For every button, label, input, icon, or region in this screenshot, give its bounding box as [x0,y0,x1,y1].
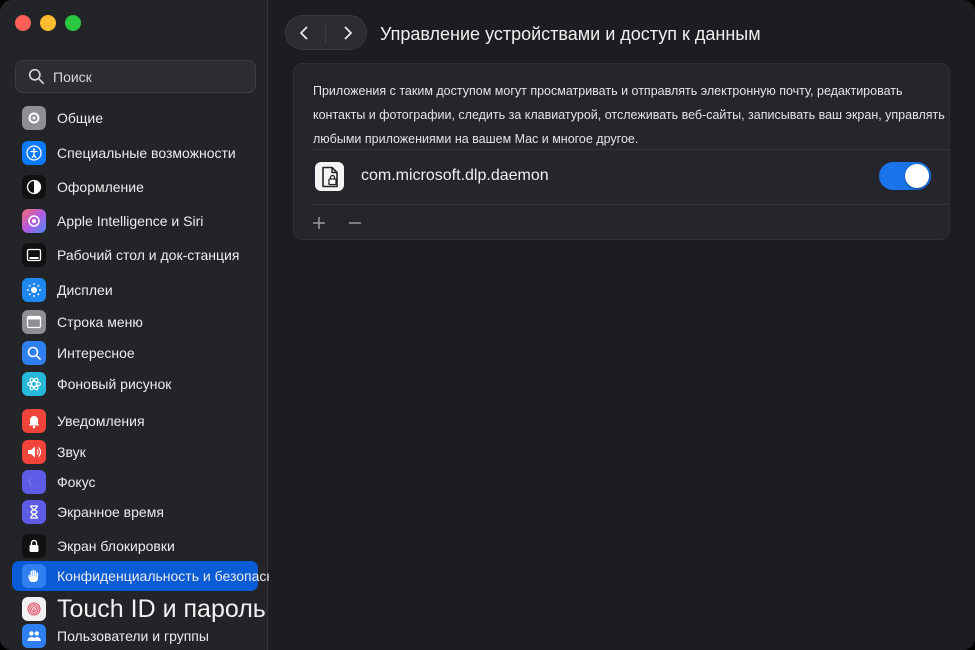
sidebar-item-label: Конфиденциальность и безопасность [57,568,303,584]
wallpaper-icon [22,372,46,396]
divider [312,204,949,205]
sidebar-item-users-groups[interactable]: Пользователи и группы [12,621,258,650]
history-nav [285,15,367,50]
forward-button[interactable] [333,18,363,48]
sidebar-item-label: Экран блокировки [57,538,175,554]
sidebar-item-accessibility[interactable]: Специальные возможности [12,138,258,168]
sidebar-item-siri[interactable]: Apple Intelligence и Siri [12,206,258,236]
gear-icon [22,106,46,130]
sidebar-item-label: Фокус [57,474,96,490]
add-app-button[interactable] [308,212,330,234]
sidebar-item-label: Интересное [57,345,135,361]
moon-icon [22,470,46,494]
app-name: com.microsoft.dlp.daemon [361,167,549,184]
sidebar-item-label: Уведомления [57,413,145,429]
minus-icon [349,222,361,224]
sidebar-item-label: Пользователи и группы [57,628,209,644]
dock-icon [22,243,46,267]
sidebar-item-menubar[interactable]: Строка меню [12,307,258,337]
app-row: com.microsoft.dlp.daemon [294,150,949,204]
toggle-knob [905,164,929,188]
add-remove-controls [308,212,366,234]
lock-icon [22,534,46,558]
content-pane: Управление устройствами и доступ к данны… [269,0,975,650]
nav-separator [325,22,327,43]
siri-icon [22,209,46,233]
fingerprint-icon [22,597,46,621]
sidebar: Общие Специальные возможности Оформление… [0,0,303,650]
sidebar-item-label: Специальные возможности [57,145,236,161]
bell-icon [22,409,46,433]
sidebar-item-appearance[interactable]: Оформление [12,172,258,202]
document-lock-icon [315,162,344,191]
remove-app-button[interactable] [344,212,366,234]
sidebar-item-screen-time[interactable]: Экранное время [12,497,258,527]
sidebar-item-label: Общие [57,110,104,126]
hand-icon [22,564,46,588]
app-access-toggle[interactable] [879,162,931,190]
sidebar-item-label: Экранное время [57,504,164,520]
sidebar-item-privacy-security[interactable]: Конфиденциальность и безопасность [12,561,303,591]
sidebar-nav: Общие Специальные возможности Оформление… [0,0,303,650]
sidebar-item-notifications[interactable]: Уведомления [12,406,258,436]
chevron-right-icon [344,26,352,39]
plus-icon [313,217,325,229]
settings-window: Общие Специальные возможности Оформление… [0,0,975,650]
sidebar-item-sound[interactable]: Звук [12,437,258,467]
sidebar-item-label: Фоновый рисунок [57,376,172,392]
sidebar-item-label: Звук [57,444,86,460]
sidebar-item-label: Рабочий стол и док-станция [57,247,240,263]
back-button[interactable] [289,18,319,48]
sidebar-item-wallpaper[interactable]: Фоновый рисунок [12,369,258,399]
menubar-icon [22,310,46,334]
hourglass-icon [22,500,46,524]
chevron-left-icon [300,26,308,39]
users-icon [22,624,46,648]
accessibility-icon [22,141,46,165]
sidebar-item-label: Дисплеи [57,282,113,298]
appearance-icon [22,175,46,199]
sidebar-item-label: Apple Intelligence и Siri [57,213,204,229]
sun-icon [22,278,46,302]
sidebar-item-focus[interactable]: Фокус [12,467,258,497]
sidebar-item-desktop-dock[interactable]: Рабочий стол и док-станция [12,240,258,270]
spotlight-icon [22,341,46,365]
sidebar-item-label: Оформление [57,179,144,195]
sidebar-item-spotlight[interactable]: Интересное [12,338,258,368]
page-title: Управление устройствами и доступ к данны… [380,24,761,44]
sidebar-item-label: Touch ID и пароль [57,594,266,623]
sidebar-item-label: Строка меню [57,314,143,330]
speaker-icon [22,440,46,464]
device-management-panel: Приложения с таким доступом могут просма… [293,63,950,240]
sidebar-item-lock-screen[interactable]: Экран блокировки [12,531,258,561]
sidebar-item-general[interactable]: Общие [12,103,258,133]
panel-description: Приложения с таким доступом могут просма… [313,84,945,146]
sidebar-item-displays[interactable]: Дисплеи [12,275,258,305]
